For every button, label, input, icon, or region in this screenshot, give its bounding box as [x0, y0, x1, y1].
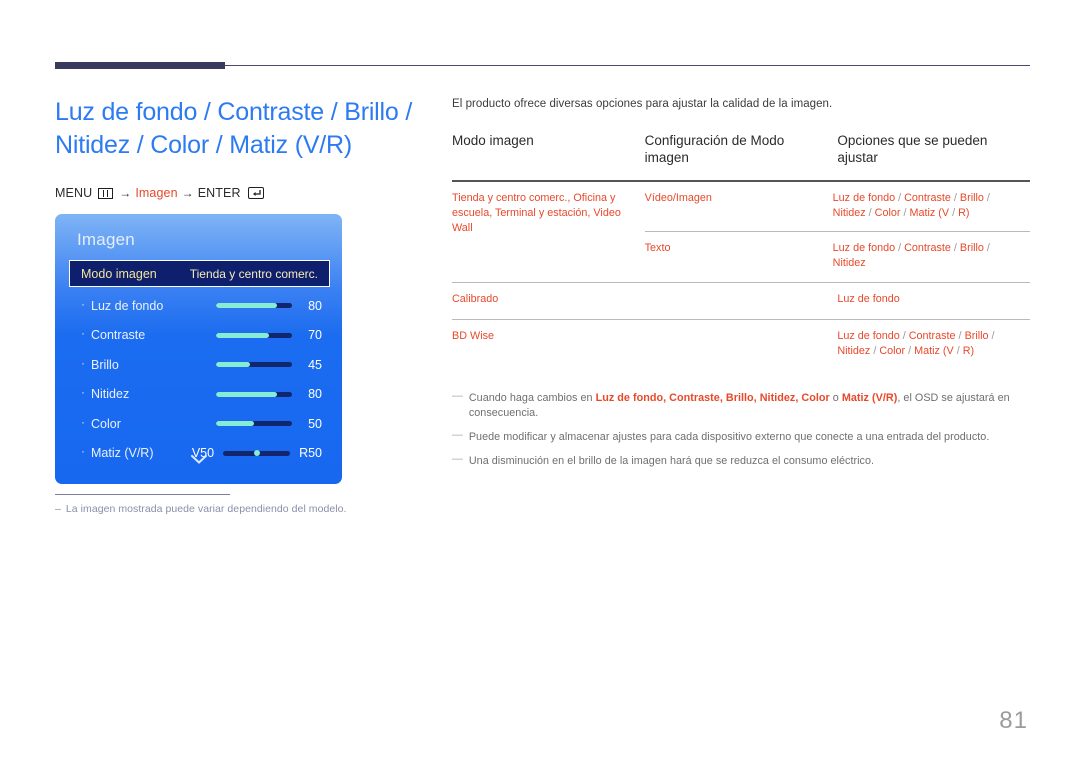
note-dash: — — [452, 453, 463, 465]
table-row-bd-wise: BD Wise Luz de fondo / Contraste / Brill… — [452, 320, 1030, 372]
note-text: Una disminución en el brillo de la image… — [468, 455, 875, 467]
note-item-2: — Puede modificar y almacenar ajustes pa… — [452, 429, 1030, 445]
bullet-icon: · — [81, 296, 85, 311]
nested-subrow-table: Vídeo/Imagen Luz de fondo / Contraste / … — [644, 182, 1030, 282]
osd-row-label: Brillo — [91, 357, 119, 372]
menu-grid-icon — [98, 187, 114, 199]
table-subrow-video-imagen: Vídeo/Imagen Luz de fondo / Contraste / … — [645, 182, 1030, 232]
cell-opciones: Luz de fondo — [837, 293, 900, 305]
enter-key-icon — [247, 187, 264, 199]
menu-path-breadcrumb: MENU → Imagen → ENTER — [55, 186, 425, 200]
table-subrow-texto: Texto Luz de fondo / Contraste / Brillo … — [644, 231, 1030, 282]
osd-row-value: Tienda y centro comerc. — [189, 266, 318, 281]
table-header-row: Modo imagen Configuración de Modo imagen… — [452, 132, 1030, 181]
osd-slider[interactable] — [216, 303, 292, 309]
note-text: Cuando haga cambios en Luz de fondo, Con… — [469, 391, 1030, 421]
header-rule-accent — [55, 62, 225, 69]
column-header-configuracion: Configuración de Modo imagen — [644, 133, 785, 165]
osd-row-label: Luz de fondo — [91, 298, 164, 313]
path-arrow-1: → — [119, 186, 132, 200]
osd-slider-value: 80 — [308, 298, 322, 313]
osd-slider[interactable] — [216, 332, 292, 338]
note-term2: Matiz (V/R) — [841, 392, 898, 404]
cell-opciones: Luz de fondo / Contraste / Brillo / Niti… — [837, 330, 995, 357]
cell-configuracion: Vídeo/Imagen — [644, 192, 712, 204]
footnote-dash: – — [55, 503, 61, 515]
osd-slider[interactable] — [216, 421, 292, 427]
table-row-grupo-tienda: Tienda y centro comerc., Oficina y escue… — [452, 181, 1030, 283]
enter-label: ENTER — [197, 186, 241, 200]
column-header-opciones: Opciones que se pueden ajustar — [837, 133, 988, 165]
osd-row-label: Color — [91, 416, 121, 431]
cell-configuracion: Texto — [644, 231, 833, 282]
left-footnote: – La imagen mostrada puede variar depend… — [55, 494, 385, 515]
bullet-icon: · — [81, 355, 85, 370]
chevron-down-icon[interactable] — [55, 452, 342, 470]
osd-row-modo-imagen[interactable]: Modo imagen Tienda y centro comerc. — [69, 260, 330, 287]
right-column: El producto ofrece diversas opciones par… — [452, 98, 1030, 478]
note-text: Puede modificar y almacenar ajustes para… — [468, 431, 990, 443]
page-title: Luz de fondo / Contraste / Brillo / Niti… — [55, 98, 413, 159]
menu-label: MENU — [55, 186, 93, 200]
path-arrow-2: → — [181, 186, 194, 200]
note-mid: o — [829, 392, 842, 404]
note-item-1: — Cuando haga cambios en Luz de fondo, C… — [452, 390, 1030, 421]
cell-opciones: Luz de fondo / Contraste / Brillo / Niti… — [832, 231, 1030, 282]
page-number: 81 — [999, 707, 1028, 734]
cell-modo-imagen: Tienda y centro comerc., Oficina y escue… — [452, 192, 621, 234]
note-dash: — — [452, 390, 463, 402]
bullet-icon: · — [81, 414, 85, 429]
picture-mode-table: Modo imagen Configuración de Modo imagen… — [452, 132, 1030, 371]
cell-opciones: Luz de fondo / Contraste / Brillo / Niti… — [832, 192, 990, 219]
osd-row-label: Modo imagen — [81, 266, 157, 281]
osd-row-brillo[interactable]: · Brillo 45 — [69, 350, 330, 380]
osd-panel: Imagen Modo imagen Tienda y centro comer… — [55, 214, 342, 484]
note-terms: Luz de fondo, Contraste, Brillo, Nitidez… — [595, 392, 830, 404]
osd-row-label: Nitidez — [91, 387, 130, 402]
osd-slider-value: 70 — [308, 328, 322, 343]
osd-slider[interactable] — [216, 362, 292, 368]
osd-row-color[interactable]: · Color 50 — [69, 409, 330, 439]
osd-slider-value: 80 — [308, 387, 322, 402]
column-header-modo-imagen: Modo imagen — [452, 133, 534, 148]
osd-title: Imagen — [77, 230, 135, 249]
cell-configuracion — [645, 320, 838, 372]
osd-row-label: Contraste — [91, 328, 146, 343]
osd-slider-value: 45 — [308, 357, 322, 372]
osd-slider-value: 50 — [308, 416, 322, 431]
osd-row-contraste[interactable]: · Contraste 70 — [69, 321, 330, 351]
table-row-calibrado: Calibrado Luz de fondo — [452, 283, 1030, 320]
osd-slider[interactable] — [216, 391, 292, 397]
menu-path-target: Imagen — [135, 186, 178, 200]
note-prefix: Cuando haga cambios en — [468, 392, 596, 404]
cell-modo-imagen: Calibrado — [452, 293, 499, 305]
bullet-icon: · — [81, 326, 85, 341]
note-dash: — — [452, 429, 463, 441]
cell-modo-imagen: BD Wise — [452, 330, 494, 342]
cell-subrows-container: Vídeo/Imagen Luz de fondo / Contraste / … — [644, 181, 1030, 283]
footnote-divider — [55, 494, 230, 495]
osd-menu-list: Modo imagen Tienda y centro comerc. · Lu… — [69, 260, 330, 468]
bullet-icon: · — [81, 385, 85, 400]
osd-row-nitidez[interactable]: · Nitidez 80 — [69, 380, 330, 410]
notes-list: — Cuando haga cambios en Luz de fondo, C… — [452, 390, 1030, 469]
footnote-text: La imagen mostrada puede variar dependie… — [65, 503, 347, 515]
cell-configuracion — [645, 283, 838, 320]
note-item-3: — Una disminución en el brillo de la ima… — [452, 453, 1030, 469]
left-column: Luz de fondo / Contraste / Brillo / Niti… — [55, 96, 425, 200]
intro-paragraph: El producto ofrece diversas opciones par… — [452, 98, 833, 110]
osd-row-luz-de-fondo[interactable]: · Luz de fondo 80 — [69, 291, 330, 321]
